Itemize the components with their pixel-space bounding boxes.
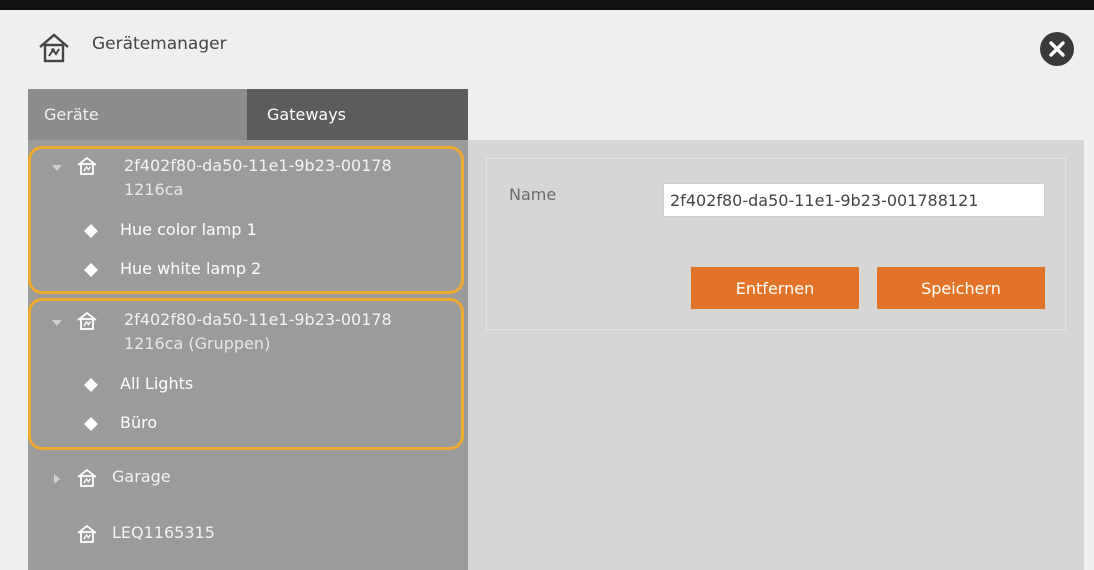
- save-button[interactable]: Speichern: [877, 267, 1045, 309]
- light-bulb-icon: [84, 377, 98, 392]
- house-sensor-icon: [76, 468, 98, 488]
- chevron-down-icon[interactable]: [52, 165, 62, 171]
- close-icon: [1049, 41, 1065, 57]
- house-sensor-icon: [76, 311, 98, 331]
- title-bar: Gerätemanager: [0, 10, 1094, 88]
- name-input[interactable]: [663, 183, 1045, 217]
- tab-gateways[interactable]: Gateways: [247, 89, 468, 140]
- light-bulb-icon: [84, 262, 98, 277]
- chevron-down-icon[interactable]: [52, 320, 62, 326]
- tab-bar: Geräte Gateways: [28, 89, 468, 140]
- details-panel: Name Entfernen Speichern: [468, 140, 1084, 570]
- house-sensor-icon: [76, 524, 98, 544]
- light-item[interactable]: All Lights: [120, 374, 193, 393]
- light-bulb-icon: [84, 416, 98, 431]
- gateway-name[interactable]: LEQ1165315: [112, 523, 215, 542]
- light-item[interactable]: Büro: [120, 413, 157, 432]
- light-item[interactable]: Hue white lamp 2: [120, 259, 261, 278]
- gateway-name-suffix: 1216ca: [124, 180, 184, 199]
- gateway-name[interactable]: 2f402f80-da50-11e1-9b23-00178: [124, 156, 392, 175]
- gateway-name[interactable]: 2f402f80-da50-11e1-9b23-00178: [124, 310, 392, 329]
- window-title: Gerätemanager: [92, 34, 227, 54]
- remove-button[interactable]: Entfernen: [691, 267, 859, 309]
- name-label: Name: [509, 185, 557, 204]
- house-sensor-icon: [76, 156, 98, 176]
- house-sensor-icon: [36, 32, 72, 64]
- gateway-name[interactable]: Garage: [112, 467, 171, 486]
- device-tree-panel: Geräte Gateways 2f402f80-da50-11e1-9b23-…: [28, 89, 468, 570]
- top-bar: [0, 0, 1094, 10]
- close-button[interactable]: [1040, 32, 1074, 66]
- tab-geraete[interactable]: Geräte: [28, 89, 247, 140]
- light-item[interactable]: Hue color lamp 1: [120, 220, 257, 239]
- chevron-right-icon[interactable]: [54, 474, 60, 484]
- gateway-name-suffix: 1216ca (Gruppen): [124, 334, 271, 353]
- device-manager-window: Gerätemanager Geräte Gateways 2f402f80-d…: [0, 10, 1094, 570]
- light-bulb-icon: [84, 223, 98, 238]
- gateway-form: Name Entfernen Speichern: [486, 158, 1066, 330]
